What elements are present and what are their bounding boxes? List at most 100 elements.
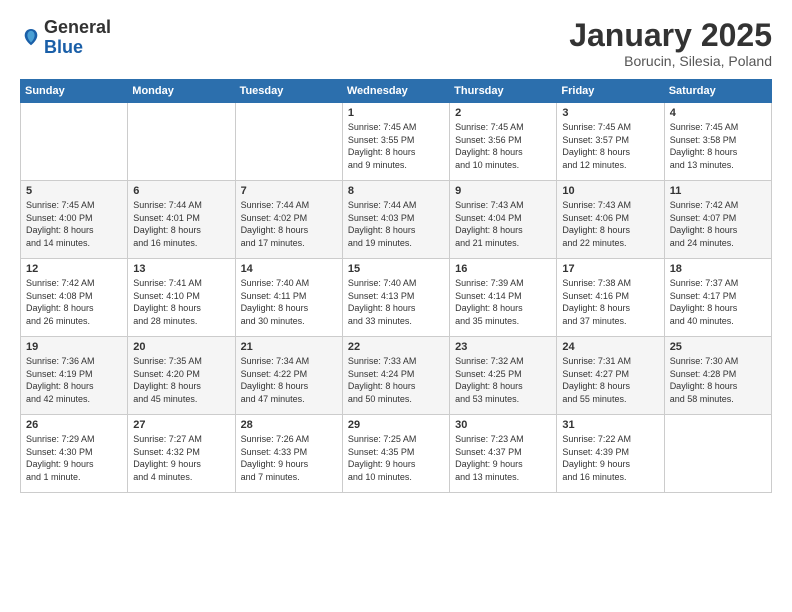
day-number: 30 [455,419,551,431]
day-number: 16 [455,263,551,275]
day-number: 14 [241,263,337,275]
day-number: 3 [562,107,658,119]
table-row: 15 Sunrise: 7:40 AM Sunset: 4:13 PM Dayli… [342,259,449,337]
table-row: 14 Sunrise: 7:40 AM Sunset: 4:11 PM Dayli… [235,259,342,337]
day-number: 25 [670,341,766,353]
table-row [21,103,128,181]
day-info: Sunrise: 7:22 AM Sunset: 4:39 PM Dayligh… [562,433,658,483]
day-number: 26 [26,419,122,431]
day-number: 29 [348,419,444,431]
table-row: 2 Sunrise: 7:45 AM Sunset: 3:56 PM Daylig… [450,103,557,181]
day-number: 6 [133,185,229,197]
day-number: 20 [133,341,229,353]
table-row [235,103,342,181]
table-row: 11 Sunrise: 7:42 AM Sunset: 4:07 PM Dayli… [664,181,771,259]
day-info: Sunrise: 7:35 AM Sunset: 4:20 PM Dayligh… [133,355,229,405]
day-number: 2 [455,107,551,119]
table-row: 10 Sunrise: 7:43 AM Sunset: 4:06 PM Dayli… [557,181,664,259]
day-number: 19 [26,341,122,353]
table-row: 8 Sunrise: 7:44 AM Sunset: 4:03 PM Daylig… [342,181,449,259]
table-row: 17Sunrise: 7:38 AM Sunset: 4:16 PM Dayli… [557,259,664,337]
table-row: 13Sunrise: 7:41 AM Sunset: 4:10 PM Dayli… [128,259,235,337]
header: General Blue January 2025 Borucin, Siles… [20,18,772,69]
day-info: Sunrise: 7:45 AM Sunset: 4:00 PM Dayligh… [26,199,122,249]
day-info: Sunrise: 7:44 AM Sunset: 4:01 PM Dayligh… [133,199,229,249]
day-info: Sunrise: 7:40 AM Sunset: 4:13 PM Dayligh… [348,277,444,327]
header-thursday: Thursday [450,80,557,103]
table-row: 27Sunrise: 7:27 AM Sunset: 4:32 PM Dayli… [128,415,235,493]
logo-blue-text: Blue [44,37,83,57]
table-row: 6 Sunrise: 7:44 AM Sunset: 4:01 PM Daylig… [128,181,235,259]
header-monday: Monday [128,80,235,103]
table-row: 23 Sunrise: 7:32 AM Sunset: 4:25 PM Dayli… [450,337,557,415]
calendar-subtitle: Borucin, Silesia, Poland [569,53,772,69]
day-info: Sunrise: 7:42 AM Sunset: 4:08 PM Dayligh… [26,277,122,327]
day-info: Sunrise: 7:29 AM Sunset: 4:30 PM Dayligh… [26,433,122,483]
page: General Blue January 2025 Borucin, Siles… [0,0,792,612]
table-row: 25 Sunrise: 7:30 AM Sunset: 4:28 PM Dayli… [664,337,771,415]
table-row: 7 Sunrise: 7:44 AM Sunset: 4:02 PM Daylig… [235,181,342,259]
table-row: 1 Sunrise: 7:45 AM Sunset: 3:55 PM Daylig… [342,103,449,181]
day-info: Sunrise: 7:45 AM Sunset: 3:55 PM Dayligh… [348,121,444,171]
day-info: Sunrise: 7:31 AM Sunset: 4:27 PM Dayligh… [562,355,658,405]
logo-general-text: General [44,17,111,37]
day-number: 11 [670,185,766,197]
day-info: Sunrise: 7:39 AM Sunset: 4:14 PM Dayligh… [455,277,551,327]
day-number: 24 [562,341,658,353]
day-info: Sunrise: 7:26 AM Sunset: 4:33 PM Dayligh… [241,433,337,483]
table-row: 31 Sunrise: 7:22 AM Sunset: 4:39 PM Dayli… [557,415,664,493]
header-wednesday: Wednesday [342,80,449,103]
day-info: Sunrise: 7:44 AM Sunset: 4:02 PM Dayligh… [241,199,337,249]
day-info: Sunrise: 7:45 AM Sunset: 3:56 PM Dayligh… [455,121,551,171]
table-row: 30 Sunrise: 7:23 AM Sunset: 4:37 PM Dayli… [450,415,557,493]
day-info: Sunrise: 7:45 AM Sunset: 3:57 PM Dayligh… [562,121,658,171]
table-row: 9Sunrise: 7:43 AM Sunset: 4:04 PM Daylig… [450,181,557,259]
table-row: 26 Sunrise: 7:29 AM Sunset: 4:30 PM Dayli… [21,415,128,493]
day-number: 15 [348,263,444,275]
day-info: Sunrise: 7:37 AM Sunset: 4:17 PM Dayligh… [670,277,766,327]
table-row: 21Sunrise: 7:34 AM Sunset: 4:22 PM Dayli… [235,337,342,415]
header-tuesday: Tuesday [235,80,342,103]
day-info: Sunrise: 7:32 AM Sunset: 4:25 PM Dayligh… [455,355,551,405]
header-sunday: Sunday [21,80,128,103]
day-number: 8 [348,185,444,197]
title-block: January 2025 Borucin, Silesia, Poland [569,18,772,69]
header-friday: Friday [557,80,664,103]
day-info: Sunrise: 7:41 AM Sunset: 4:10 PM Dayligh… [133,277,229,327]
calendar-week-row: 1 Sunrise: 7:45 AM Sunset: 3:55 PM Daylig… [21,103,772,181]
calendar-table: Sunday Monday Tuesday Wednesday Thursday… [20,79,772,493]
day-number: 12 [26,263,122,275]
day-number: 7 [241,185,337,197]
calendar-week-row: 19Sunrise: 7:36 AM Sunset: 4:19 PM Dayli… [21,337,772,415]
day-info: Sunrise: 7:30 AM Sunset: 4:28 PM Dayligh… [670,355,766,405]
day-info: Sunrise: 7:43 AM Sunset: 4:06 PM Dayligh… [562,199,658,249]
table-row: 19Sunrise: 7:36 AM Sunset: 4:19 PM Dayli… [21,337,128,415]
table-row [128,103,235,181]
table-row: 16 Sunrise: 7:39 AM Sunset: 4:14 PM Dayli… [450,259,557,337]
day-info: Sunrise: 7:27 AM Sunset: 4:32 PM Dayligh… [133,433,229,483]
day-info: Sunrise: 7:40 AM Sunset: 4:11 PM Dayligh… [241,277,337,327]
day-number: 23 [455,341,551,353]
calendar-week-row: 12 Sunrise: 7:42 AM Sunset: 4:08 PM Dayli… [21,259,772,337]
header-saturday: Saturday [664,80,771,103]
day-info: Sunrise: 7:23 AM Sunset: 4:37 PM Dayligh… [455,433,551,483]
day-number: 28 [241,419,337,431]
day-info: Sunrise: 7:25 AM Sunset: 4:35 PM Dayligh… [348,433,444,483]
day-number: 31 [562,419,658,431]
day-number: 22 [348,341,444,353]
table-row: 29 Sunrise: 7:25 AM Sunset: 4:35 PM Dayli… [342,415,449,493]
day-info: Sunrise: 7:38 AM Sunset: 4:16 PM Dayligh… [562,277,658,327]
day-number: 5 [26,185,122,197]
day-number: 10 [562,185,658,197]
table-row: 3 Sunrise: 7:45 AM Sunset: 3:57 PM Daylig… [557,103,664,181]
logo: General Blue [20,18,111,58]
day-info: Sunrise: 7:34 AM Sunset: 4:22 PM Dayligh… [241,355,337,405]
weekday-header-row: Sunday Monday Tuesday Wednesday Thursday… [21,80,772,103]
day-info: Sunrise: 7:33 AM Sunset: 4:24 PM Dayligh… [348,355,444,405]
day-number: 1 [348,107,444,119]
calendar-week-row: 5 Sunrise: 7:45 AM Sunset: 4:00 PM Daylig… [21,181,772,259]
day-info: Sunrise: 7:44 AM Sunset: 4:03 PM Dayligh… [348,199,444,249]
day-info: Sunrise: 7:45 AM Sunset: 3:58 PM Dayligh… [670,121,766,171]
table-row: 28 Sunrise: 7:26 AM Sunset: 4:33 PM Dayli… [235,415,342,493]
day-info: Sunrise: 7:42 AM Sunset: 4:07 PM Dayligh… [670,199,766,249]
